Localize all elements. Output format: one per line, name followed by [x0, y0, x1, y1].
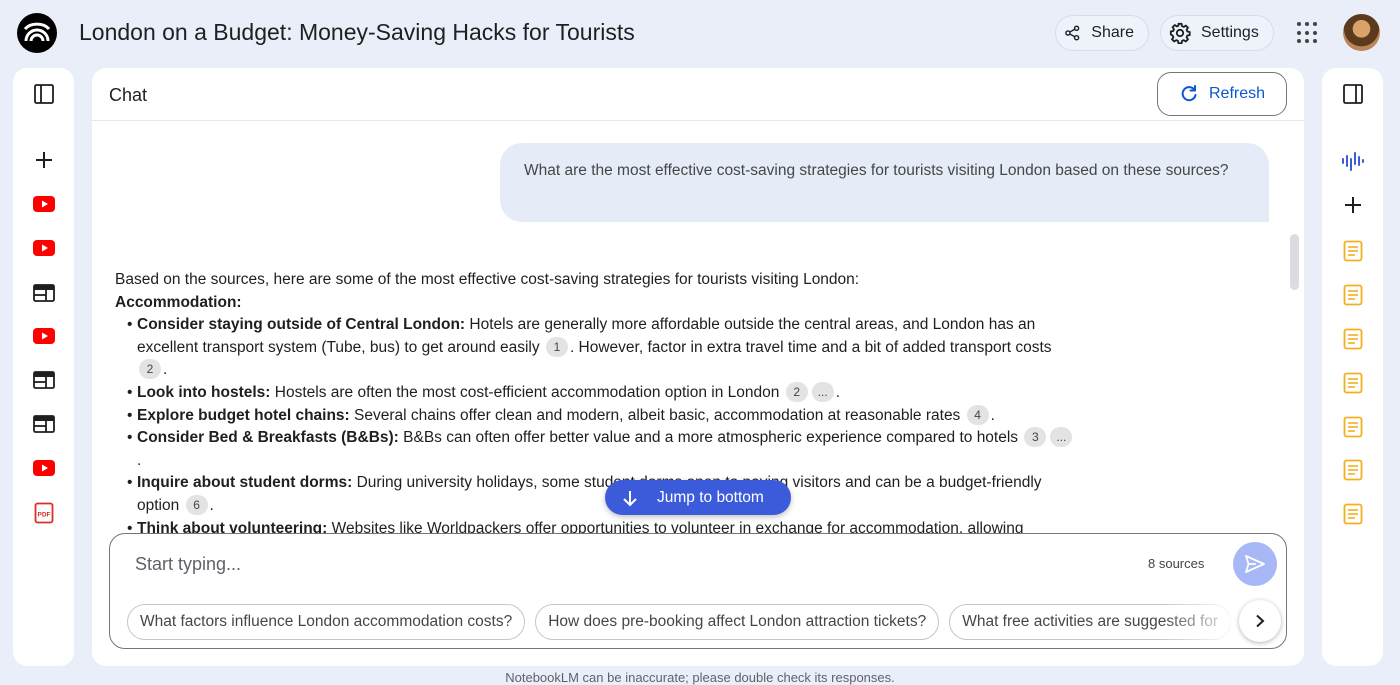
note-icon — [1343, 328, 1362, 350]
list-item: Consider staying outside of Central Lond… — [115, 314, 1075, 382]
send-icon — [1245, 555, 1265, 573]
note-icon — [1343, 240, 1362, 262]
citation-chip[interactable]: 2 — [785, 381, 808, 402]
scrollbar-thumb[interactable] — [1290, 234, 1299, 290]
web-icon — [32, 284, 55, 302]
youtube-icon — [32, 460, 55, 476]
panel-left-icon — [33, 84, 54, 104]
note-icon — [1343, 503, 1362, 525]
collapse-sources-button[interactable] — [33, 83, 55, 105]
answer-intro: Based on the sources, here are some of t… — [115, 271, 860, 288]
refresh-button[interactable]: Refresh — [1157, 72, 1287, 116]
answer-section-heading: Accommodation: — [115, 293, 242, 311]
note-item-6[interactable] — [1343, 459, 1363, 481]
send-button[interactable] — [1233, 542, 1277, 586]
source-item-youtube-3[interactable] — [32, 328, 55, 344]
chat-title: Chat — [109, 85, 148, 105]
source-item-web-3[interactable] — [32, 415, 55, 433]
chat-header: Chat Refresh — [92, 68, 1304, 121]
jump-label: Jump to bottom — [657, 488, 764, 506]
citation-chip[interactable]: 6 — [185, 494, 208, 515]
citation-chip[interactable]: 4 — [966, 404, 989, 425]
pdf-icon: PDF — [34, 502, 53, 524]
next-suggestions-button[interactable] — [1239, 600, 1281, 642]
share-icon — [1065, 25, 1080, 41]
suggestion-chip[interactable]: What factors influence London accommodat… — [127, 604, 526, 640]
citation-chip[interactable]: 1 — [545, 336, 568, 357]
share-label: Share — [1091, 24, 1134, 41]
citation-chip[interactable]: ... — [811, 381, 834, 402]
list-item: Inquire about student dorms: During univ… — [115, 472, 1075, 517]
add-note-button[interactable] — [1343, 195, 1363, 215]
youtube-icon — [32, 328, 55, 344]
add-icon — [1344, 197, 1361, 213]
chat-panel: Chat Refresh What are the most effective… — [92, 68, 1304, 666]
note-icon — [1343, 416, 1362, 438]
citation-chip[interactable]: 2 — [139, 359, 161, 380]
note-icon — [1343, 372, 1362, 394]
assistant-answer: Based on the sources, here are some of t… — [115, 269, 1075, 540]
source-item-web-1[interactable] — [32, 284, 55, 302]
refresh-label: Refresh — [1208, 85, 1266, 102]
settings-label: Settings — [1201, 24, 1259, 41]
collapse-studio-button[interactable] — [1342, 83, 1364, 105]
audio-overview-icon — [1341, 152, 1364, 171]
source-item-pdf-1[interactable]: PDF — [34, 502, 54, 524]
chevron-right-icon — [1256, 614, 1265, 628]
add-source-button[interactable] — [34, 150, 54, 170]
notebooklm-logo[interactable] — [17, 13, 57, 53]
source-item-youtube-2[interactable] — [32, 240, 55, 256]
suggestion-chips: What factors influence London accommodat… — [127, 604, 1267, 640]
note-item-2[interactable] — [1343, 284, 1363, 306]
citation-chip[interactable]: 3 — [1024, 427, 1047, 448]
suggestion-chip[interactable]: How does pre-booking affect London attra… — [535, 604, 940, 640]
note-item-4[interactable] — [1343, 372, 1363, 394]
source-item-youtube-1[interactable] — [32, 196, 55, 212]
panel-right-icon — [1342, 84, 1363, 104]
chip-fade — [1160, 604, 1240, 640]
arrow-down-icon — [623, 490, 637, 506]
settings-button[interactable]: Settings — [1160, 15, 1274, 51]
share-button[interactable]: Share — [1055, 15, 1149, 51]
note-icon — [1343, 284, 1362, 306]
add-icon — [35, 152, 52, 168]
studio-panel — [1322, 68, 1383, 666]
note-item-1[interactable] — [1343, 240, 1363, 262]
chat-input[interactable] — [135, 551, 835, 577]
note-item-5[interactable] — [1343, 416, 1363, 438]
gear-icon — [1169, 22, 1191, 44]
svg-text:PDF: PDF — [37, 512, 50, 519]
source-item-youtube-4[interactable] — [32, 460, 55, 476]
web-icon — [32, 415, 55, 433]
youtube-icon — [32, 240, 55, 256]
sources-panel: PDF — [13, 68, 74, 666]
jump-to-bottom-button[interactable]: Jump to bottom — [605, 480, 791, 515]
audio-overview-button[interactable] — [1341, 150, 1365, 172]
notebook-title[interactable]: London on a Budget: Money-Saving Hacks f… — [79, 19, 635, 46]
note-icon — [1343, 459, 1362, 481]
refresh-icon — [1181, 85, 1197, 102]
list-item: Explore budget hotel chains: Several cha… — [115, 404, 1075, 428]
list-item: Consider Bed & Breakfasts (B&Bs): B&Bs c… — [115, 427, 1075, 472]
source-item-web-2[interactable] — [32, 371, 55, 389]
note-item-7[interactable] — [1343, 503, 1363, 525]
composer: 8 sources What factors influence London … — [109, 533, 1287, 649]
citation-chip[interactable]: ... — [1050, 427, 1073, 448]
note-item-3[interactable] — [1343, 328, 1363, 350]
apps-grid-icon[interactable] — [1297, 22, 1319, 44]
avatar[interactable] — [1343, 14, 1380, 51]
answer-list: Consider staying outside of Central Lond… — [115, 314, 1075, 540]
user-message: What are the most effective cost-saving … — [500, 143, 1269, 222]
disclaimer-note: NotebookLM can be inaccurate; please dou… — [505, 670, 895, 685]
notebooklm-logo-icon — [23, 22, 51, 42]
list-item: Look into hostels: Hostels are often the… — [115, 381, 1075, 405]
youtube-icon — [32, 196, 55, 212]
web-icon — [32, 371, 55, 389]
sources-count: 8 sources — [1148, 556, 1205, 571]
